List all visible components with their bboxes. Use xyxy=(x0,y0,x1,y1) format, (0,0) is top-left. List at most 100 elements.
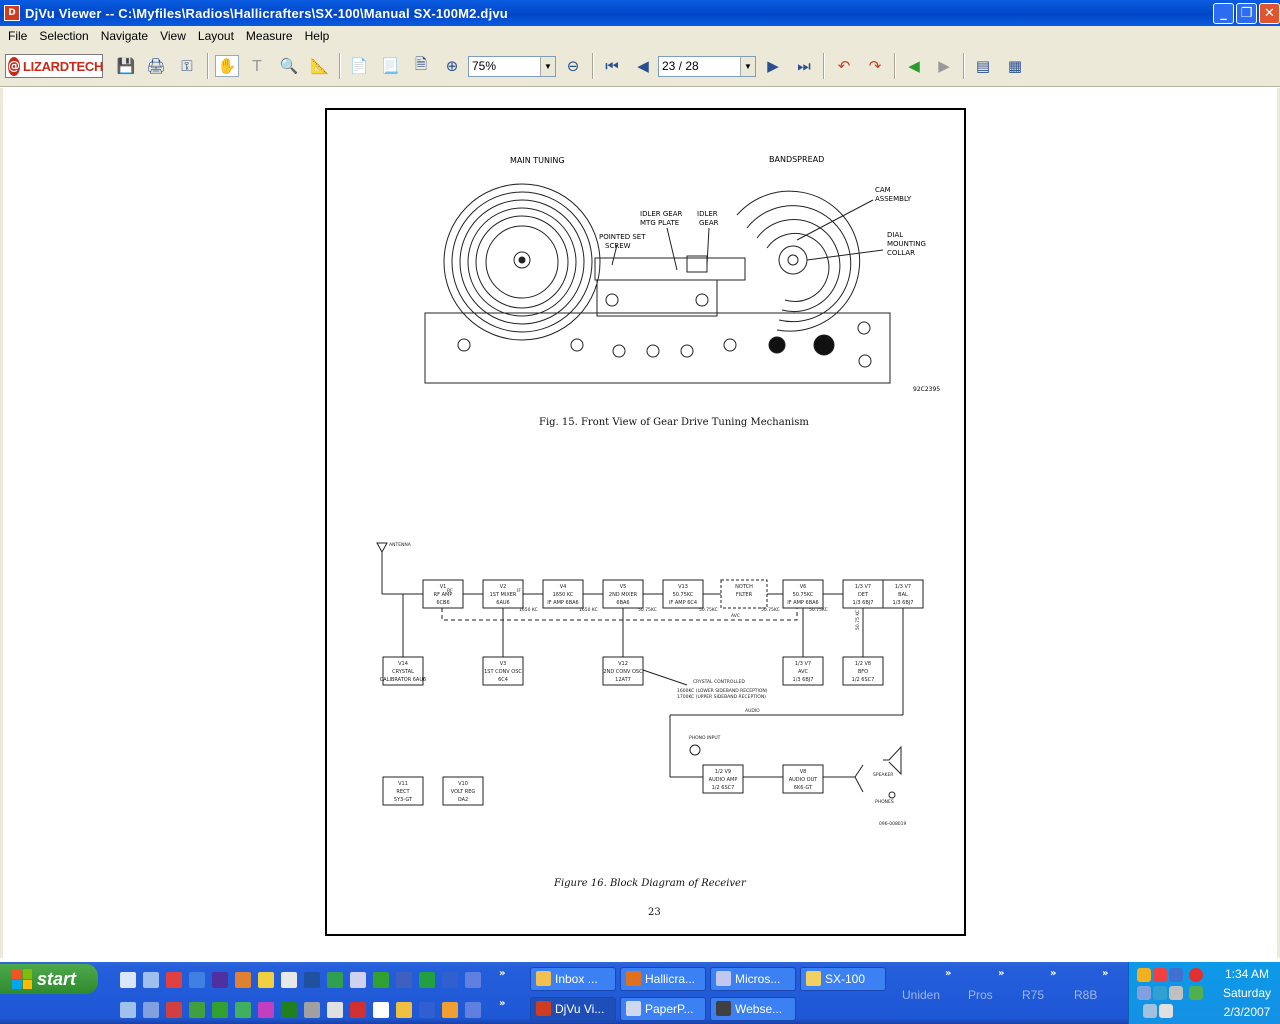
minimize-button[interactable]: _ xyxy=(1213,3,1234,24)
ql-app-icon[interactable] xyxy=(212,972,228,988)
ql-app-icon[interactable] xyxy=(235,972,251,988)
tray-app-icon[interactable] xyxy=(1189,968,1203,982)
group-chevron-icon[interactable]: » xyxy=(1102,968,1108,979)
ql-app-icon[interactable] xyxy=(189,972,205,988)
ql-app-icon[interactable] xyxy=(143,972,159,988)
tray-network-icon[interactable] xyxy=(1153,986,1167,1000)
taskbar-item-sx100[interactable]: SX-100 xyxy=(800,967,886,991)
ql-app-icon[interactable] xyxy=(350,972,366,988)
ql-word-icon[interactable] xyxy=(442,972,458,988)
toolbar-group-pros[interactable]: Pros xyxy=(968,988,993,1002)
next-page-icon[interactable]: ▶ xyxy=(761,55,785,77)
zoom-in-icon[interactable]: ⊕ xyxy=(440,55,464,77)
taskbar-item-paperport[interactable]: PaperP... xyxy=(620,997,706,1021)
ql-folder-icon[interactable] xyxy=(396,1002,412,1018)
first-page-icon[interactable]: ⏮ xyxy=(600,55,624,77)
ql-app-icon[interactable] xyxy=(166,1002,182,1018)
zoom-tool-icon[interactable]: 🔍 xyxy=(277,55,301,77)
menu-view[interactable]: View xyxy=(154,29,192,43)
ql-app-icon[interactable] xyxy=(327,972,343,988)
ql-app-icon[interactable] xyxy=(281,1002,297,1018)
tray-app-icon[interactable] xyxy=(1169,986,1183,1000)
chevron-down-icon[interactable]: ▼ xyxy=(540,57,555,76)
zoom-combo[interactable]: 75% ▼ xyxy=(468,56,556,77)
last-page-icon[interactable]: ⏭ xyxy=(792,55,816,77)
chevron-down-icon[interactable]: ▼ xyxy=(740,57,755,76)
ql-app-icon[interactable] xyxy=(258,1002,274,1018)
page-combo[interactable]: 23 / 28 ▼ xyxy=(658,56,756,77)
ql-app-icon[interactable] xyxy=(442,1002,458,1018)
menu-measure[interactable]: Measure xyxy=(240,29,299,43)
tray-ebay-icon[interactable] xyxy=(1153,968,1167,982)
start-button[interactable]: start xyxy=(0,964,98,994)
menu-selection[interactable]: Selection xyxy=(33,29,94,43)
fit-width-icon[interactable]: 📃 xyxy=(378,55,402,77)
tray-app-icon[interactable] xyxy=(1159,1004,1173,1018)
group-chevron-icon[interactable]: » xyxy=(945,968,951,979)
ql-app-icon[interactable] xyxy=(235,1002,251,1018)
quicklaunch-chevron-icon[interactable]: » xyxy=(499,998,505,1009)
ql-word-icon[interactable] xyxy=(419,1002,435,1018)
group-chevron-icon[interactable]: » xyxy=(1050,968,1056,979)
prev-page-icon[interactable]: ◀ xyxy=(631,55,655,77)
save-icon[interactable]: 💾 xyxy=(114,55,138,77)
menu-file[interactable]: File xyxy=(2,29,33,43)
ql-app-icon[interactable] xyxy=(189,1002,205,1018)
ql-app-icon[interactable] xyxy=(143,1002,159,1018)
zoom-out-icon[interactable]: ⊖ xyxy=(561,55,585,77)
menu-navigate[interactable]: Navigate xyxy=(95,29,154,43)
lizardtech-logo[interactable]: @ LIZARDTECH xyxy=(5,54,103,78)
rotate-left-icon[interactable]: ↶ xyxy=(832,55,856,77)
quicklaunch-chevron-icon[interactable]: » xyxy=(499,968,505,979)
fit-page-icon[interactable]: 📄 xyxy=(347,55,371,77)
ql-app-icon[interactable] xyxy=(373,972,389,988)
ql-app-icon[interactable] xyxy=(304,1002,320,1018)
clock-time[interactable]: 1:34 AM xyxy=(1217,967,1277,981)
ql-excel-icon[interactable] xyxy=(212,1002,228,1018)
ql-app-icon[interactable] xyxy=(281,972,297,988)
continuous-layout-icon[interactable]: ▦ xyxy=(1003,55,1027,77)
taskbar-item-hallicrafters[interactable]: Hallicra... xyxy=(620,967,706,991)
ql-app-icon[interactable] xyxy=(120,1002,136,1018)
forward-icon[interactable]: ▶ xyxy=(932,55,956,77)
ql-app-icon[interactable] xyxy=(350,1002,366,1018)
ql-ie-icon[interactable] xyxy=(120,972,136,988)
djvu-app-icon[interactable]: D xyxy=(4,5,20,21)
ql-app-icon[interactable] xyxy=(465,972,481,988)
ql-app-icon[interactable] xyxy=(465,1002,481,1018)
menu-layout[interactable]: Layout xyxy=(192,29,240,43)
print-icon[interactable]: 🖨 xyxy=(144,55,168,77)
tray-app-icon[interactable] xyxy=(1169,968,1183,982)
ql-excel-icon[interactable] xyxy=(419,972,435,988)
close-button[interactable]: ✕ xyxy=(1259,3,1280,24)
group-chevron-icon[interactable]: » xyxy=(998,968,1004,979)
tray-app-icon[interactable] xyxy=(1189,986,1203,1000)
back-icon[interactable]: ◀ xyxy=(902,55,926,77)
toolbar-group-r8b[interactable]: R8B xyxy=(1074,988,1097,1002)
menu-help[interactable]: Help xyxy=(299,29,336,43)
ql-app-icon[interactable] xyxy=(258,972,274,988)
document-viewport[interactable]: MAIN TUNING BANDSPREAD CAM ASSEMBLY IDLE… xyxy=(0,88,1280,958)
taskbar-item-djvu[interactable]: DjVu Vi... xyxy=(530,997,616,1021)
thumbnails-icon[interactable]: ▤ xyxy=(971,55,995,77)
ql-acrobat-icon[interactable] xyxy=(166,972,182,988)
actual-size-icon[interactable]: 🗎 xyxy=(409,55,433,77)
hand-tool-icon[interactable]: ✋ xyxy=(215,55,239,77)
ql-app-icon[interactable] xyxy=(373,1002,389,1018)
text-select-icon[interactable]: T xyxy=(245,55,269,77)
ql-app-icon[interactable] xyxy=(327,1002,343,1018)
taskbar-item-inbox[interactable]: Inbox ... xyxy=(530,967,616,991)
ql-app-icon[interactable] xyxy=(396,972,412,988)
restore-button[interactable]: ❐ xyxy=(1236,3,1257,24)
toolbar-group-r75[interactable]: R75 xyxy=(1022,988,1044,1002)
rotate-right-icon[interactable]: ↷ xyxy=(863,55,887,77)
toolbar-group-uniden[interactable]: Uniden xyxy=(902,988,940,1002)
taskbar-item-websdr[interactable]: Webse... xyxy=(710,997,796,1021)
taskbar-item-microsoft[interactable]: Micros... xyxy=(710,967,796,991)
title-bar[interactable]: D DjVu Viewer -- C:\Myfiles\Radios\Halli… xyxy=(0,0,1280,26)
measure-tool-icon[interactable]: 📐 xyxy=(308,55,332,77)
tray-clock-icon[interactable] xyxy=(1137,968,1151,982)
ql-app-icon[interactable] xyxy=(304,972,320,988)
tray-app-icon[interactable] xyxy=(1137,986,1151,1000)
find-binoculars-icon[interactable]: ⚿ xyxy=(175,55,199,77)
